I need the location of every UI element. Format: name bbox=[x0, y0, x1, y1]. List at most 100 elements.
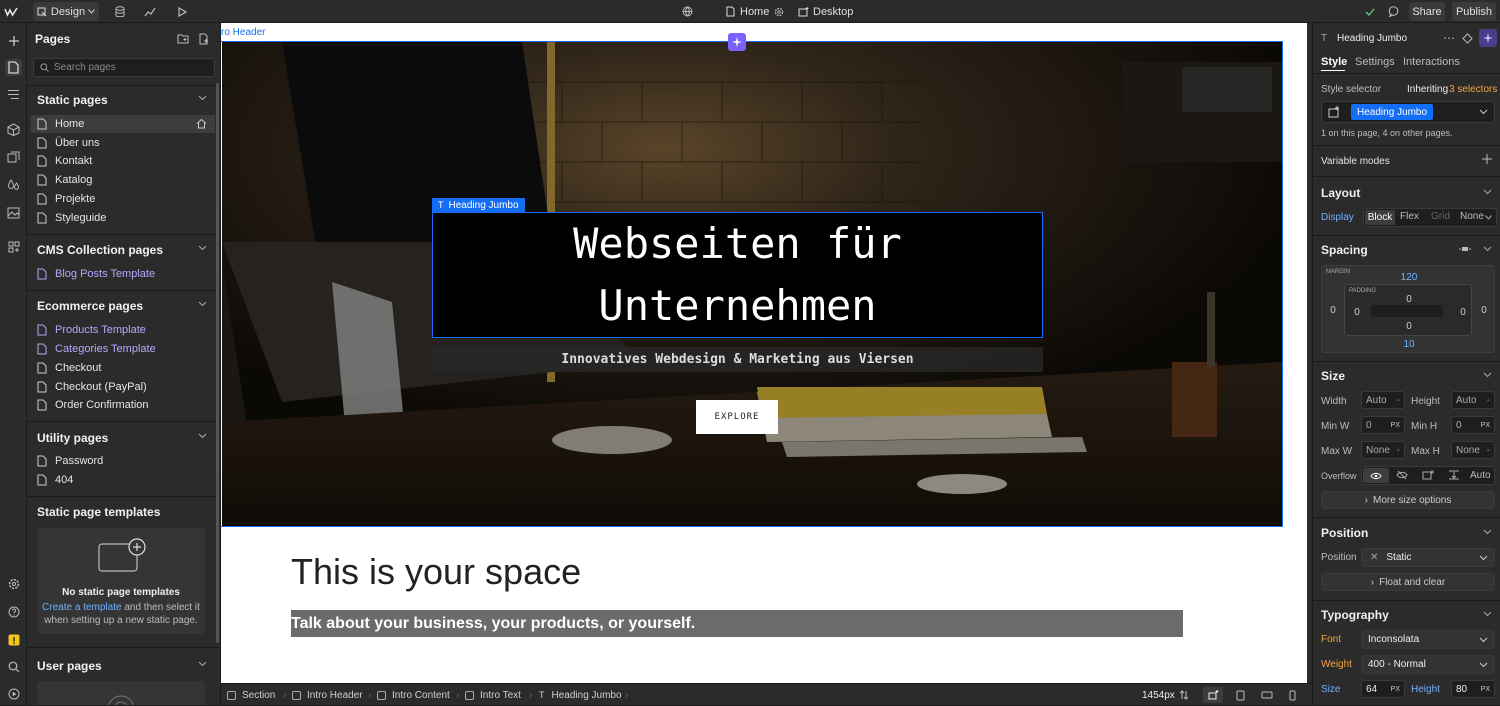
globe-icon[interactable] bbox=[680, 2, 694, 21]
cms-pages-title[interactable]: CMS Collection pages bbox=[37, 243, 163, 257]
ai-sparkle-icon[interactable] bbox=[1479, 29, 1497, 47]
outer-left-value[interactable]: 0 bbox=[1326, 305, 1340, 316]
assets-image-icon[interactable] bbox=[5, 204, 22, 221]
overflow-clip-icon[interactable] bbox=[1448, 470, 1460, 480]
apps-grid-icon[interactable] bbox=[5, 238, 22, 255]
checkmark-icon[interactable] bbox=[1364, 2, 1376, 21]
design-mode-button[interactable]: Design bbox=[33, 2, 99, 21]
min-width-input[interactable]: 0 PX bbox=[1361, 416, 1405, 434]
intro-subheading[interactable]: Innovatives Webdesign & Marketing aus Vi… bbox=[432, 347, 1043, 372]
display-grid-option[interactable]: Grid bbox=[1431, 211, 1450, 222]
position-title[interactable]: Position bbox=[1321, 526, 1368, 540]
chevron-down-icon[interactable] bbox=[1483, 611, 1492, 620]
tab-settings[interactable]: Settings bbox=[1355, 56, 1395, 68]
ecommerce-pages-title[interactable]: Ecommerce pages bbox=[37, 299, 143, 313]
page-item-password[interactable]: Password bbox=[31, 452, 215, 470]
more-size-options-button[interactable]: › More size options bbox=[1321, 491, 1495, 509]
heading-jumbo[interactable]: Webseiten für Unternehmen bbox=[432, 212, 1043, 338]
analytics-chart-icon[interactable] bbox=[142, 2, 158, 21]
overflow-auto-option[interactable]: Auto bbox=[1470, 470, 1491, 481]
design-canvas[interactable]: ro Header T Heading Jumbo Webseiten für … bbox=[221, 23, 1307, 683]
page-item-404[interactable]: 404 bbox=[31, 471, 215, 489]
ai-assistant-sparkle-icon[interactable] bbox=[728, 33, 746, 51]
webflow-logo-icon[interactable] bbox=[4, 2, 18, 21]
navigator-icon[interactable] bbox=[5, 86, 22, 103]
breadcrumb-intro-content[interactable]: Intro Content bbox=[377, 684, 450, 706]
add-elements-icon[interactable] bbox=[5, 32, 22, 49]
static-pages-title[interactable]: Static pages bbox=[37, 93, 108, 107]
new-page-icon[interactable] bbox=[199, 33, 210, 45]
mobile-landscape-icon[interactable] bbox=[1261, 684, 1273, 706]
layout-title[interactable]: Layout bbox=[1321, 186, 1360, 200]
add-variable-mode-icon[interactable] bbox=[1482, 154, 1492, 164]
page-item-order-confirmation[interactable]: Order Confirmation bbox=[31, 396, 215, 414]
explore-button[interactable]: EXPLORE bbox=[696, 400, 778, 434]
page-item-checkout-paypal[interactable]: Checkout (PayPal) bbox=[31, 378, 215, 396]
tab-style[interactable]: Style bbox=[1321, 56, 1347, 68]
chevron-down-icon[interactable] bbox=[198, 661, 208, 671]
heading-jumbo-tag[interactable]: T Heading Jumbo bbox=[432, 198, 525, 212]
section-tag-label[interactable]: ro Header bbox=[221, 27, 265, 38]
pages-scrollbar[interactable] bbox=[216, 83, 219, 643]
breadcrumb-heading-jumbo[interactable]: T Heading Jumbo bbox=[539, 684, 622, 706]
search-icon[interactable] bbox=[5, 658, 22, 675]
page-item-ueber-uns[interactable]: Über uns bbox=[31, 134, 215, 152]
chevron-down-icon[interactable] bbox=[1483, 372, 1492, 381]
current-page-button[interactable]: Home bbox=[726, 2, 770, 21]
publish-button[interactable]: Publish bbox=[1452, 2, 1496, 21]
cms-collections-icon[interactable] bbox=[5, 148, 22, 165]
display-segmented-control[interactable]: Block Flex Grid None bbox=[1363, 208, 1497, 227]
page-settings-gear-icon[interactable] bbox=[773, 2, 785, 21]
overflow-segmented-control[interactable]: Auto bbox=[1361, 466, 1495, 485]
page-item-kontakt[interactable]: Kontakt bbox=[31, 152, 215, 170]
variables-drops-icon[interactable] bbox=[5, 176, 22, 193]
height-input[interactable]: Auto - bbox=[1451, 391, 1495, 409]
user-pages-title[interactable]: User pages bbox=[37, 659, 102, 673]
overflow-hidden-icon[interactable] bbox=[1396, 470, 1408, 480]
padding-bottom-value[interactable]: 0 bbox=[1403, 321, 1415, 332]
spacing-presets-icon[interactable] bbox=[1459, 244, 1471, 254]
preview-play-icon[interactable] bbox=[174, 2, 190, 21]
utility-pages-title[interactable]: Utility pages bbox=[37, 431, 108, 445]
selector-chip[interactable]: Heading Jumbo bbox=[1351, 104, 1434, 120]
chevron-down-icon[interactable] bbox=[1483, 246, 1492, 255]
page-item-home[interactable]: Home bbox=[31, 115, 215, 133]
components-cube-icon[interactable] bbox=[5, 121, 22, 138]
inheriting-count[interactable]: 3 selectors bbox=[1449, 84, 1497, 95]
static-templates-title[interactable]: Static page templates bbox=[37, 505, 160, 519]
page-item-styleguide[interactable]: Styleguide bbox=[31, 209, 215, 227]
width-input[interactable]: Auto - bbox=[1361, 391, 1405, 409]
page-item-katalog[interactable]: Katalog bbox=[31, 171, 215, 189]
page-item-categories-template[interactable]: Categories Template bbox=[31, 340, 215, 358]
padding-left-value[interactable]: 0 bbox=[1351, 307, 1363, 318]
cms-database-icon[interactable] bbox=[112, 2, 128, 21]
chevron-down-icon[interactable] bbox=[1485, 215, 1492, 220]
max-width-input[interactable]: None - bbox=[1361, 441, 1405, 459]
display-flex-option[interactable]: Flex bbox=[1400, 211, 1419, 222]
style-selector-field[interactable]: Heading Jumbo bbox=[1321, 101, 1495, 123]
font-select[interactable]: Inconsolata bbox=[1361, 630, 1495, 649]
page-item-blog-posts-template[interactable]: Blog Posts Template bbox=[31, 265, 215, 283]
spacing-title[interactable]: Spacing bbox=[1321, 243, 1368, 257]
pages-icon[interactable] bbox=[5, 59, 22, 76]
display-block-option[interactable]: Block bbox=[1365, 210, 1395, 225]
overflow-visible-eye-icon[interactable] bbox=[1363, 468, 1389, 483]
chevron-down-icon[interactable] bbox=[1483, 529, 1492, 538]
size-title[interactable]: Size bbox=[1321, 369, 1345, 383]
position-select[interactable]: ✕ Static bbox=[1361, 548, 1495, 567]
typography-title[interactable]: Typography bbox=[1321, 608, 1389, 622]
min-height-input[interactable]: 0 PX bbox=[1451, 416, 1495, 434]
create-template-link[interactable]: Create a template bbox=[42, 602, 122, 613]
video-tutorials-icon[interactable] bbox=[5, 685, 22, 702]
search-pages-input[interactable]: Search pages bbox=[33, 58, 215, 77]
new-folder-icon[interactable] bbox=[177, 33, 189, 44]
chevron-down-icon[interactable] bbox=[198, 301, 208, 311]
chevron-down-icon[interactable] bbox=[1483, 189, 1492, 198]
help-icon[interactable] bbox=[5, 603, 22, 620]
tablet-breakpoint-icon[interactable] bbox=[1236, 684, 1245, 706]
site-settings-gear-icon[interactable] bbox=[5, 575, 22, 592]
page-item-products-template[interactable]: Products Template bbox=[31, 321, 215, 339]
chevron-down-icon[interactable] bbox=[198, 95, 208, 105]
chevron-down-icon[interactable] bbox=[198, 433, 208, 443]
page-item-projekte[interactable]: Projekte bbox=[31, 190, 215, 208]
